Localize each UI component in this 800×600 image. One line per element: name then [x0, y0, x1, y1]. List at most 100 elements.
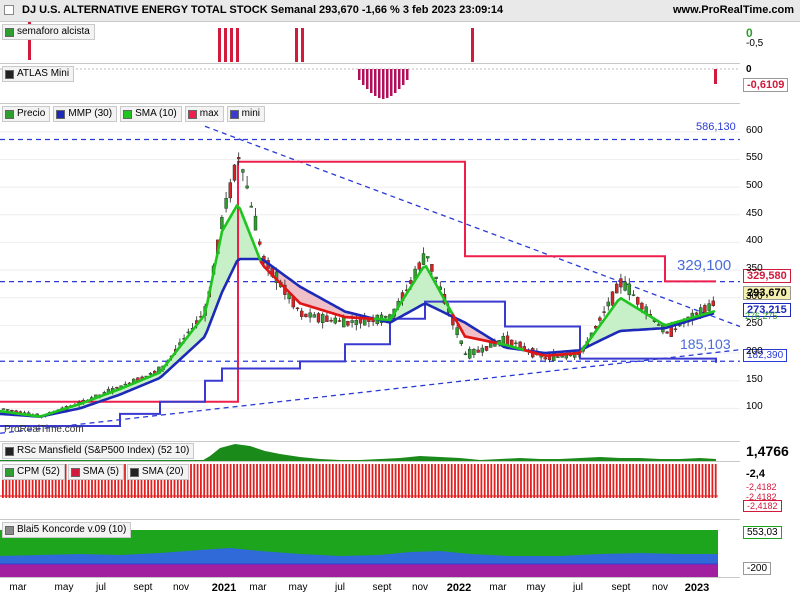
pane-atlas[interactable]: ATLAS Mini [0, 64, 740, 104]
cpm-bar [269, 464, 272, 498]
cpm-bar [196, 464, 199, 498]
atlas-bar [714, 69, 717, 84]
candle [505, 335, 510, 345]
legend-cpm-sma5[interactable]: SMA (5) [67, 464, 124, 480]
candle [455, 327, 459, 336]
candle [426, 256, 430, 259]
cpm-bar [236, 464, 239, 498]
candle [703, 305, 707, 314]
candle [556, 356, 560, 358]
legend-mini[interactable]: mini [226, 106, 266, 122]
cpm-bar [678, 464, 681, 498]
legend-blai5[interactable]: Blai5 Koncorde v.09 (10) [2, 522, 132, 538]
cpm-bar [351, 464, 354, 498]
cpm-bar [497, 464, 499, 498]
pane-cpm[interactable]: CPM (52) SMA (5) SMA (20) [0, 462, 740, 520]
legend-label: SMA (20) [141, 466, 184, 477]
legend-mmp[interactable]: MMP (30) [53, 106, 118, 122]
cpm-bar [398, 464, 400, 498]
atlas-plot [0, 68, 740, 99]
x-tick-label: nov [411, 582, 429, 593]
cpm-bar [315, 464, 318, 498]
legend-sma[interactable]: SMA (10) [120, 106, 182, 122]
window-menu-icon[interactable] [4, 5, 14, 15]
legend-rsc[interactable]: RSc Mansfield (S&P500 Index) (52 10) [2, 443, 195, 459]
semaforo-bar [218, 28, 221, 62]
cpm-bar [256, 464, 258, 498]
sma20-swatch-icon [129, 467, 139, 477]
candle [241, 169, 245, 173]
candle [316, 313, 321, 323]
cpm-bar [206, 464, 209, 498]
cpm-bar [233, 464, 235, 498]
ma-fill-segment [636, 307, 639, 330]
y-tick-label: 150 [746, 373, 763, 385]
atlas-bar [406, 69, 409, 80]
ma-fill-segment [234, 205, 237, 268]
candle [510, 339, 514, 346]
legend-max[interactable]: max [184, 106, 224, 122]
cpm-bar [599, 464, 602, 498]
pane-rsc[interactable]: RSc Mansfield (S&P500 Index) (52 10) [0, 442, 740, 462]
legend-cpm[interactable]: CPM (52) [2, 464, 65, 480]
cpm-bar [219, 464, 222, 498]
y-tick-label: 200 [746, 346, 763, 358]
cpm-bar [576, 464, 578, 498]
candle [300, 310, 304, 317]
ma-fill-segment [222, 226, 225, 293]
cpm-bar [434, 464, 437, 498]
legend-label: mini [241, 108, 261, 119]
cpm-bar [688, 464, 691, 498]
sma-segment [709, 310, 716, 314]
cpm-bar [378, 464, 380, 498]
semaforo-bar [224, 28, 227, 62]
candle [602, 311, 606, 313]
pane-price[interactable]: Precio MMP (30) SMA (10) max mini ProRea… [0, 104, 740, 442]
blai5-axis: 553,03 -200 [740, 520, 800, 578]
cpm-bar [203, 464, 206, 498]
atlas-value-tag: -0,6109 [743, 78, 789, 92]
semaforo-bar [295, 28, 298, 62]
pane-semaforo[interactable]: semaforo alcista [0, 22, 740, 64]
ma-fill-segment [225, 221, 228, 286]
level-label: 586,130 [696, 121, 736, 133]
legend-cpm-sma20[interactable]: SMA (20) [126, 464, 189, 480]
cpm-bar [318, 464, 321, 498]
ma-fill-segment [423, 266, 426, 305]
cpm-bar [447, 464, 450, 498]
cpm-bar [708, 464, 710, 498]
ma-fill-segment [627, 302, 630, 331]
cpm-bar [282, 464, 285, 498]
x-tick-label: mar [9, 582, 27, 593]
candle [480, 347, 484, 353]
legend-precio[interactable]: Precio [2, 106, 51, 122]
watermark: ProRealTime.com [4, 424, 84, 435]
legend-atlas[interactable]: ATLAS Mini [2, 66, 75, 82]
candle [236, 157, 241, 160]
legend-label: Precio [17, 108, 46, 119]
candle [514, 342, 518, 345]
axis-tick: 0 [746, 64, 752, 75]
cpm-bar [229, 464, 232, 498]
cpm-bar [549, 464, 552, 498]
atlas-bar [402, 69, 405, 85]
candle [484, 346, 489, 351]
axis-tick: -2,4 [746, 468, 765, 480]
legend-semaforo[interactable]: semaforo alcista [2, 24, 95, 40]
sma5-swatch-icon [70, 467, 80, 477]
candle [417, 262, 421, 270]
candle [472, 349, 476, 355]
candle [711, 300, 715, 307]
brand-label: www.ProRealTime.com [672, 4, 794, 16]
x-tick-label: sept [372, 582, 392, 593]
candle [253, 215, 258, 231]
x-tick-label: sept [133, 582, 153, 593]
candle [1, 408, 6, 410]
cpm-bar [543, 464, 545, 498]
pane-blai5[interactable]: Blai5 Koncorde v.09 (10) [0, 520, 740, 578]
cpm-bar [457, 464, 460, 498]
cpm-bar [569, 464, 572, 498]
cpm-bar [424, 464, 427, 498]
candle [346, 321, 350, 326]
candle [476, 349, 480, 353]
